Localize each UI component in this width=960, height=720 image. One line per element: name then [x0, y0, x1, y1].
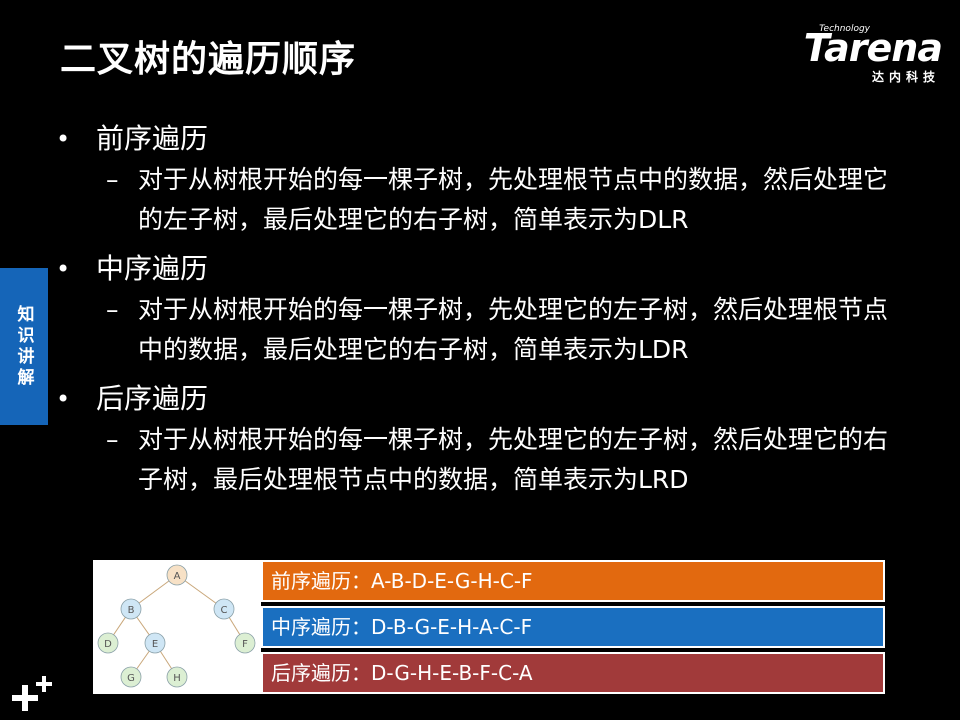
- sub-bullet-preorder: – 对于从树根开始的每一棵子树，先处理根节点中的数据，然后处理它的左子树，最后处…: [56, 160, 898, 240]
- svg-text:G: G: [127, 673, 135, 684]
- bullet-heading: 中序遍历: [96, 252, 209, 285]
- tree-node-g: G: [120, 666, 142, 688]
- dash-icon: –: [106, 425, 119, 454]
- sub-bullet-text: 对于从树根开始的每一棵子树，先处理它的左子树，然后处理根节点中的数据，最后处理它…: [138, 295, 889, 364]
- binary-tree-figure: A B C D E F G H: [93, 560, 261, 694]
- bullet-heading: 后序遍历: [96, 382, 209, 415]
- traversal-results: 前序遍历：A-B-D-E-G-H-C-F 中序遍历：D-B-G-E-H-A-C-…: [261, 560, 889, 694]
- tarena-logo: Technology Tarena 达内科技: [772, 24, 943, 86]
- preorder-result: 前序遍历：A-B-D-E-G-H-C-F: [261, 560, 885, 602]
- tree-node-a: A: [166, 564, 188, 586]
- svg-text:H: H: [173, 673, 181, 684]
- dash-icon: –: [106, 295, 119, 324]
- svg-text:A: A: [174, 571, 181, 582]
- bullet-dot-icon: •: [56, 385, 71, 413]
- sub-bullet-text: 对于从树根开始的每一棵子树，先处理它的左子树，然后处理它的右子树，最后处理根节点…: [138, 425, 889, 494]
- bullet-dot-icon: •: [56, 125, 71, 153]
- svg-text:D: D: [104, 639, 112, 650]
- section-side-tab: 知识讲解: [0, 268, 48, 425]
- sub-bullet-postorder: – 对于从树根开始的每一棵子树，先处理它的左子树，然后处理它的右子树，最后处理根…: [56, 420, 898, 500]
- tree-node-d: D: [97, 632, 119, 654]
- side-tab-label: 知识讲解: [13, 304, 34, 389]
- slide: 二叉树的遍历顺序 Technology Tarena 达内科技 知识讲解 • 前…: [0, 0, 960, 720]
- bullet-preorder: • 前序遍历: [56, 118, 916, 160]
- sub-bullet-inorder: – 对于从树根开始的每一棵子树，先处理它的左子树，然后处理根节点中的数据，最后处…: [56, 290, 898, 370]
- sub-bullet-text: 对于从树根开始的每一棵子树，先处理根节点中的数据，然后处理它的左子树，最后处理它…: [138, 165, 889, 234]
- tree-node-f: F: [234, 632, 256, 654]
- binary-tree-svg: A B C D E F G H: [97, 564, 256, 688]
- dash-icon: –: [106, 165, 119, 194]
- bullet-dot-icon: •: [56, 255, 71, 283]
- bullet-list: • 前序遍历 – 对于从树根开始的每一棵子树，先处理根节点中的数据，然后处理它的…: [56, 118, 916, 508]
- tree-node-c: C: [213, 598, 235, 620]
- bullet-inorder: • 中序遍历: [56, 248, 916, 290]
- svg-text:F: F: [242, 639, 248, 650]
- plus-logo-icon: [12, 676, 52, 711]
- tree-node-b: B: [120, 598, 142, 620]
- bullet-postorder: • 后序遍历: [56, 378, 916, 420]
- bullet-heading: 前序遍历: [96, 122, 209, 155]
- svg-text:C: C: [221, 605, 228, 616]
- slide-title: 二叉树的遍历顺序: [60, 39, 357, 80]
- logo-wordmark: Tarena: [803, 26, 943, 70]
- postorder-result: 后序遍历：D-G-H-E-B-F-C-A: [261, 652, 885, 694]
- svg-text:E: E: [152, 639, 158, 650]
- tree-node-h: H: [166, 666, 188, 688]
- svg-text:B: B: [128, 605, 135, 616]
- inorder-result: 中序遍历：D-B-G-E-H-A-C-F: [261, 606, 885, 648]
- logo-chinese: 达内科技: [871, 70, 940, 84]
- tree-node-e: E: [144, 632, 166, 654]
